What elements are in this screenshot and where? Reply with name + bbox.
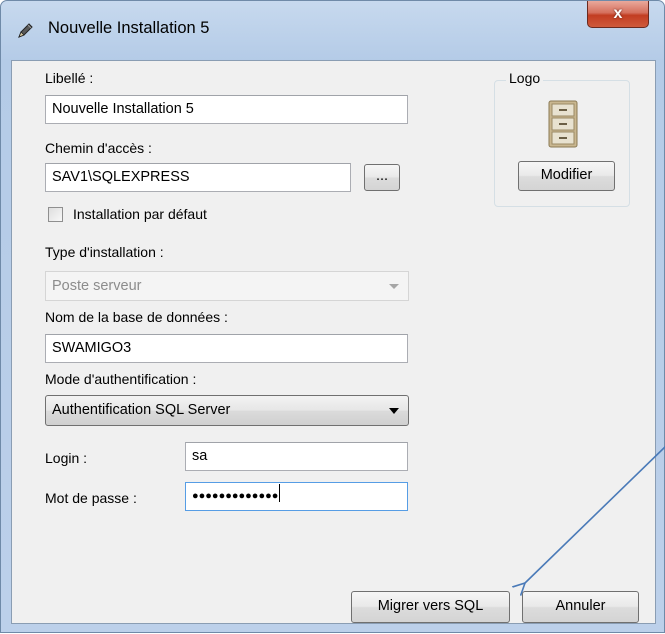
dialog-window: Nouvelle Installation 5 x Libellé : Nouv… (0, 0, 665, 633)
annotation-arrow (1, 445, 665, 634)
